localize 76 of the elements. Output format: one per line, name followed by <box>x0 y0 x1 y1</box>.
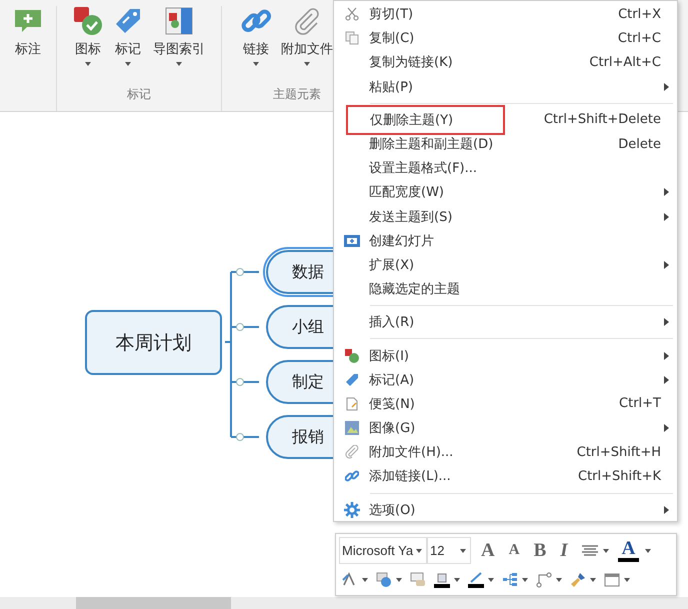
menu-item[interactable]: 图像(G) <box>334 416 677 440</box>
structure-icon[interactable] <box>502 572 518 588</box>
tag-icon <box>113 6 143 36</box>
menu-item[interactable]: 创建幻灯片 <box>334 228 677 253</box>
menu-item[interactable]: 设置主题格式(F)... <box>334 156 677 180</box>
menu-item[interactable]: 添加链接(L)... Ctrl+Shift+K <box>334 464 677 489</box>
dropdown-caret-icon <box>556 578 562 582</box>
menu-item[interactable]: 粘贴(P) <box>334 74 677 99</box>
dropdown-caret-icon <box>645 548 652 552</box>
clear-format-icon[interactable] <box>410 572 426 588</box>
menu-item[interactable]: 剪切(T) Ctrl+X <box>334 2 677 26</box>
menu-item[interactable]: 便笺(N) Ctrl+T <box>334 392 677 416</box>
index-icon <box>164 6 194 36</box>
menu-item[interactable]: 隐藏选定的主题 <box>334 277 677 302</box>
bold-button[interactable]: B <box>530 540 550 562</box>
shape-icon[interactable] <box>376 572 392 588</box>
menu-item[interactable]: 仅删除主题(Y) Ctrl+Shift+Delete <box>334 108 677 132</box>
format-painter-icon[interactable] <box>570 572 586 588</box>
dropdown-caret-icon <box>590 578 596 582</box>
tag-icon <box>345 372 359 387</box>
dropdown-caret-icon <box>624 578 630 582</box>
badge-icon <box>345 348 359 363</box>
settings-icon <box>344 502 360 518</box>
menu-item[interactable]: 匹配宽度(W) <box>334 180 677 204</box>
menu-item[interactable]: 图标(I) <box>334 343 677 368</box>
paperclip-icon <box>345 445 359 460</box>
menu-item[interactable]: 扩展(X) <box>334 252 677 278</box>
horizontal-scrollbar[interactable] <box>0 597 688 609</box>
italic-button[interactable]: I <box>556 540 572 562</box>
line-color-icon[interactable] <box>468 572 484 588</box>
group-label: 标记 <box>127 86 151 103</box>
menu-item[interactable]: 发送主题到(S) <box>334 204 677 229</box>
shrink-font-button[interactable]: A <box>504 542 524 559</box>
grow-font-button[interactable]: A <box>477 540 499 562</box>
link-icon <box>345 469 359 484</box>
attach-file-button[interactable]: 附加文件 <box>278 6 336 66</box>
topic-node[interactable]: 制定 <box>266 360 334 404</box>
root-topic[interactable]: 本周计划 <box>85 310 222 375</box>
fill-color-icon[interactable] <box>434 572 450 588</box>
dropdown-caret-icon <box>454 578 460 582</box>
dropdown-caret-icon <box>416 548 422 552</box>
map-index-button[interactable]: 导图索引 <box>150 6 208 66</box>
link-button[interactable]: 链接 <box>238 6 274 66</box>
copy-icon <box>345 31 359 46</box>
font-color-button[interactable]: A <box>618 540 640 562</box>
image-icon <box>345 421 359 436</box>
dropdown-caret-icon <box>522 578 528 582</box>
align-icon[interactable] <box>580 544 599 558</box>
menu-item[interactable]: 附加文件(H)... Ctrl+Shift+H <box>334 440 677 464</box>
icon-button[interactable]: 图标 <box>70 6 106 66</box>
group-label: 主题元素 <box>273 86 321 103</box>
badge-icon <box>73 6 103 36</box>
dropdown-caret-icon <box>488 578 494 582</box>
topic-node[interactable]: 小组 <box>266 305 334 349</box>
connector-icon[interactable] <box>536 572 552 588</box>
dropdown-caret-icon <box>602 548 609 552</box>
font-size-field[interactable]: 12 <box>427 537 471 564</box>
scissors-icon <box>345 7 359 22</box>
note-icon <box>346 396 358 411</box>
font-field[interactable]: Microsoft Ya <box>339 537 427 564</box>
dropdown-caret-icon <box>362 578 368 582</box>
menu-item[interactable]: 复制(C) Ctrl+C <box>334 26 677 50</box>
topic-node[interactable]: 数据 <box>266 250 334 294</box>
dropdown-caret-icon <box>396 578 402 582</box>
menu-item[interactable]: 标记(A) <box>334 368 677 392</box>
menu-item[interactable]: 复制为链接(K) Ctrl+Alt+C <box>334 50 677 75</box>
topic-node[interactable]: 报销 <box>266 415 334 459</box>
slide-icon <box>344 234 360 247</box>
menu-item[interactable]: 插入(R) <box>334 310 677 334</box>
comment-button[interactable]: 标注 <box>10 6 46 58</box>
paperclip-icon <box>292 6 322 36</box>
dropdown-caret-icon <box>460 548 466 552</box>
menu-item[interactable]: 选项(O) <box>334 498 677 522</box>
menu-item[interactable]: 删除主题和副主题(D) Delete <box>334 132 677 156</box>
marker-button[interactable]: 标记 <box>110 6 146 66</box>
layout-icon[interactable] <box>604 572 620 588</box>
